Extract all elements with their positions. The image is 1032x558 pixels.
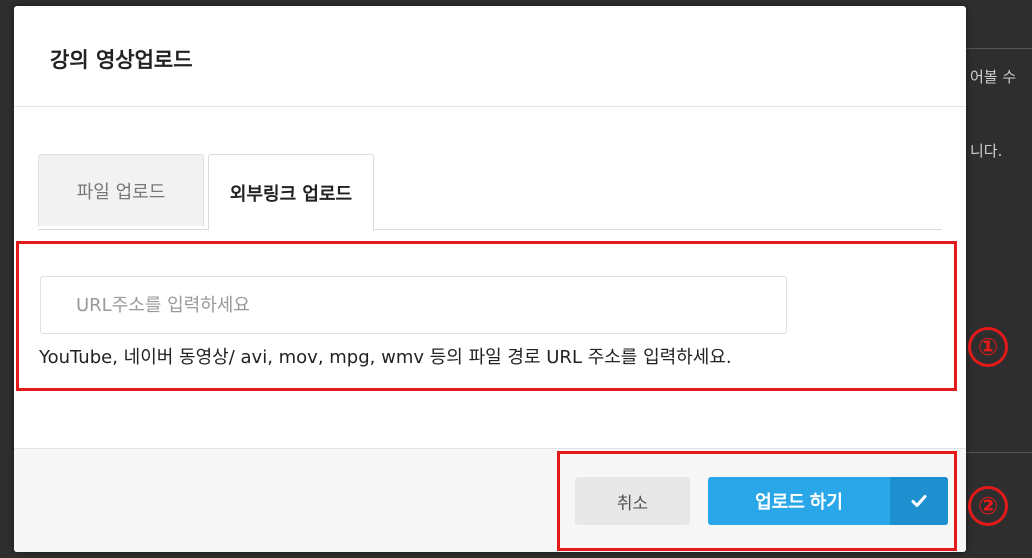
upload-tabs: 파일 업로드 외부링크 업로드 <box>38 154 942 231</box>
modal-header: 강의 영상업로드 <box>14 6 966 107</box>
check-icon <box>890 477 948 525</box>
modal-footer: 취소 업로드 하기 <box>14 448 966 552</box>
upload-button[interactable]: 업로드 하기 <box>708 477 948 525</box>
url-help-text: YouTube, 네이버 동영상/ avi, mov, mpg, wmv 등의 … <box>39 347 732 368</box>
annotation-marker-1: ① <box>968 327 1008 367</box>
cancel-button[interactable]: 취소 <box>575 477 690 525</box>
url-input[interactable] <box>40 276 787 334</box>
upload-video-modal: 강의 영상업로드 파일 업로드 외부링크 업로드 YouTube, 네이버 동영… <box>14 6 966 552</box>
background-divider <box>966 48 1032 49</box>
tab-external-link-upload[interactable]: 외부링크 업로드 <box>208 154 374 231</box>
upload-button-label: 업로드 하기 <box>755 492 843 512</box>
background-divider <box>966 452 1032 453</box>
modal-title: 강의 영상업로드 <box>50 48 193 72</box>
tab-file-upload[interactable]: 파일 업로드 <box>38 154 204 226</box>
background-text: 니다. <box>970 142 1003 160</box>
annotation-marker-2: ② <box>968 486 1008 526</box>
background-text: 어볼 수 <box>970 68 1017 86</box>
